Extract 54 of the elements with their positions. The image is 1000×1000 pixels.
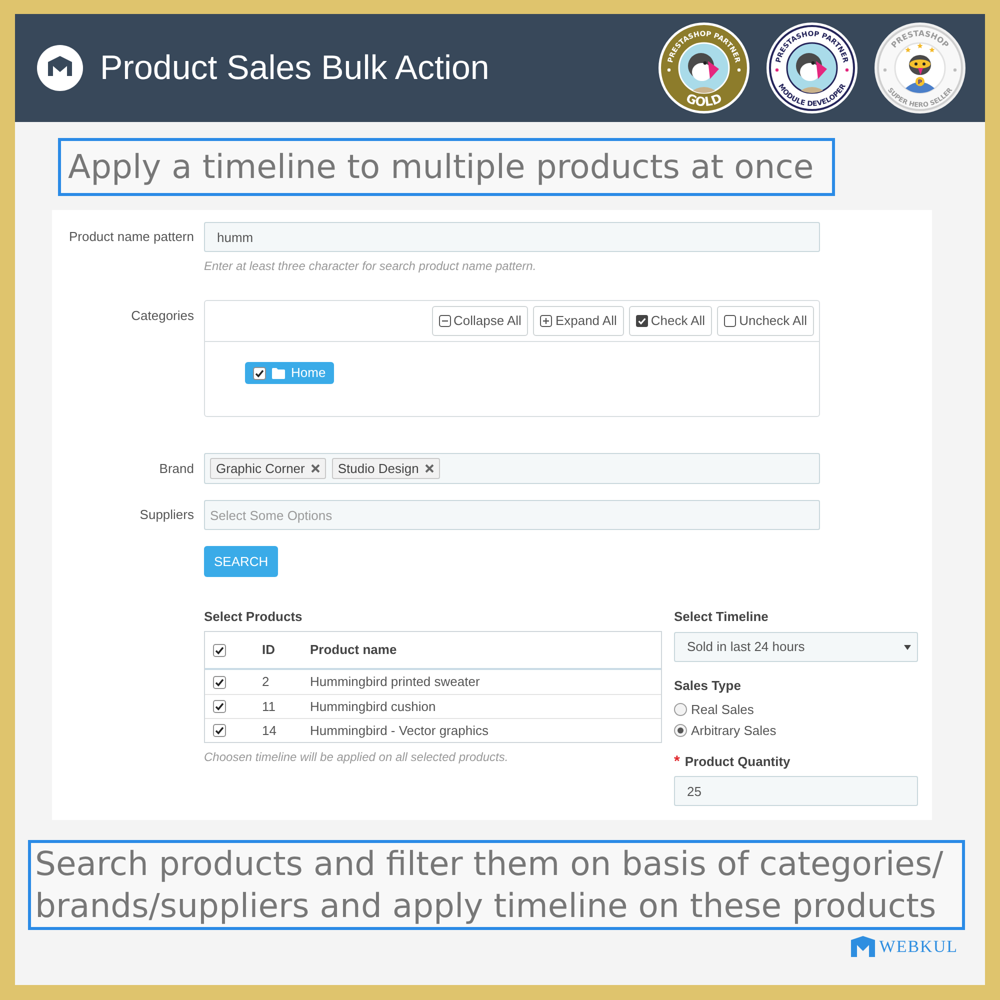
caption-text: Search products and filter them on basis of categories/ brands/suppliers and apply timeline on these products — [35, 843, 944, 927]
table-cell-text: Hummingbird - Vector graphics — [310, 722, 488, 740]
folder-icon — [272, 368, 285, 378]
section-heading: Sales Type — [674, 678, 742, 694]
logo-icon — [37, 45, 83, 91]
radio-button[interactable] — [674, 703, 687, 716]
tag-label: Graphic Corner — [216, 460, 305, 478]
table-cell-text: 11 — [262, 698, 276, 716]
field-label: Brand — [158, 460, 194, 478]
checkbox[interactable] — [213, 700, 226, 713]
checkbox[interactable] — [253, 366, 266, 380]
logo-text: WEBKUL — [879, 936, 958, 957]
text-field[interactable]: humm — [204, 222, 820, 252]
tag-field[interactable]: Graphic Corner Studio Design — [204, 453, 820, 484]
plus-square-icon — [540, 315, 552, 327]
table-cell-text: 2 — [262, 673, 270, 692]
minus-square-icon — [438, 315, 450, 327]
field-label: Suppliers — [138, 506, 194, 524]
close-icon[interactable] — [310, 464, 320, 473]
close-icon[interactable] — [424, 464, 434, 473]
help-text: Choosen timeline will be applied on all selected products. — [204, 749, 510, 765]
toolbar-button[interactable]: Expand All — [533, 306, 624, 336]
section-heading: Product Quantity — [684, 754, 790, 770]
tag-label: Studio Design — [338, 460, 419, 478]
table-cell-text: 14 — [262, 722, 278, 740]
badge-text: GOLD — [684, 90, 724, 110]
checkbox[interactable] — [213, 676, 226, 688]
field-label: Categories — [130, 307, 194, 325]
checkbox[interactable] — [213, 644, 226, 656]
checkbox[interactable] — [213, 724, 226, 737]
column-header: Product name — [310, 641, 397, 660]
caption-text: Apply a timeline to multiple products at once — [68, 147, 814, 187]
caret-icon — [904, 644, 911, 650]
toolbar-button[interactable]: Collapse All — [432, 306, 528, 336]
toolbar-button[interactable]: Uncheck All — [717, 306, 814, 336]
quantity-field[interactable]: 25 — [674, 776, 918, 806]
radio-button[interactable] — [674, 724, 687, 737]
column-header: ID — [262, 641, 276, 660]
select-field[interactable]: Select Some Options — [204, 500, 820, 530]
table-cell-text: Hummingbird printed sweater — [310, 673, 480, 692]
required-mark: * — [674, 754, 680, 770]
checked-box-icon — [636, 315, 648, 327]
section-heading: Select Products — [204, 609, 304, 625]
radio-label: Real Sales — [691, 700, 754, 719]
timeline-select[interactable]: Sold in last 24 hours — [674, 632, 918, 662]
page-title: Product Sales Bulk Action — [100, 48, 490, 88]
section-heading: Select Timeline — [674, 609, 770, 625]
table-cell-text: Hummingbird cushion — [310, 698, 436, 716]
radio-label: Arbitrary Sales — [691, 722, 776, 740]
empty-box-icon — [724, 315, 736, 327]
logo-icon — [851, 936, 876, 957]
toolbar-button[interactable]: Check All — [628, 306, 712, 336]
field-label: Product name pattern — [68, 228, 194, 246]
help-text: Enter at least three character for search product name pattern. — [204, 258, 538, 274]
